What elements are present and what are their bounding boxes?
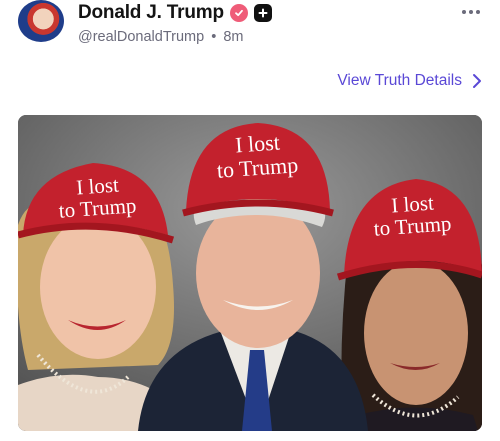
post-time: 8m <box>223 29 244 45</box>
display-name[interactable]: Donald J. Trump <box>78 2 224 24</box>
user-handle[interactable]: @realDonaldTrump <box>78 29 204 45</box>
separator-dot: • <box>211 29 217 45</box>
view-truth-details-link[interactable]: View Truth Details <box>337 72 482 90</box>
more-dots-icon[interactable] <box>462 10 480 14</box>
post-image[interactable]: I lost to Trump I lost to Trump I lost t… <box>18 115 482 431</box>
verified-check-icon <box>229 4 248 22</box>
plus-badge-icon <box>253 4 272 22</box>
post-header: Donald J. Trump @realDonaldTrump • 8m <box>78 2 272 45</box>
avatar[interactable] <box>18 0 64 42</box>
chevron-right-icon <box>473 74 481 88</box>
view-truth-details-label: View Truth Details <box>337 72 462 89</box>
